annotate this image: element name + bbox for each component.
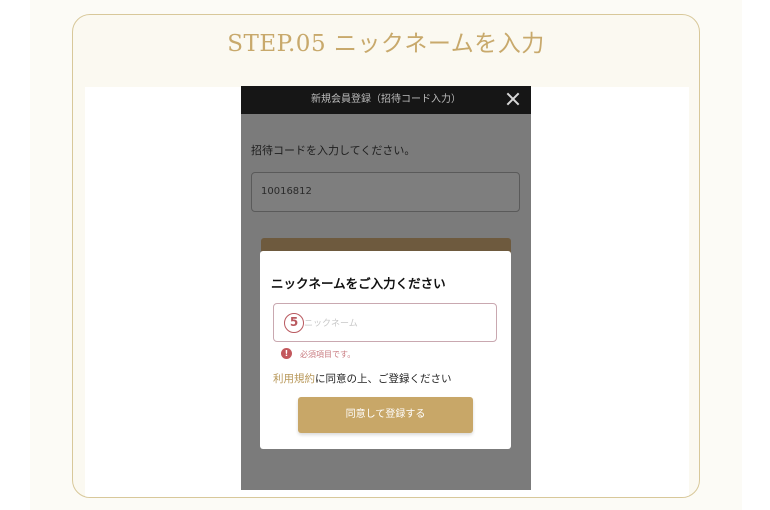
modal-title: ニックネームをご入力ください <box>271 276 446 291</box>
invite-code-label: 招待コードを入力してください。 <box>251 144 416 157</box>
error-icon: ! <box>281 348 292 359</box>
nickname-modal: ニックネームをご入力ください 5 ニックネーム ! 必須項目です。 利用規約に同… <box>260 251 511 449</box>
close-icon[interactable] <box>505 91 521 107</box>
agree-text: に同意の上、ご登録ください <box>315 373 452 385</box>
error-message: 必須項目です。 <box>300 350 356 359</box>
step-number-icon: 5 <box>284 313 304 333</box>
phone-header-title: 新規会員登録（招待コード入力） <box>311 94 461 105</box>
invite-code-input[interactable]: 10016812 <box>251 172 520 212</box>
phone-header: 新規会員登録（招待コード入力） <box>241 86 531 114</box>
step-title: STEP.05 ニックネームを入力 <box>227 31 545 57</box>
phone-screenshot: 新規会員登録（招待コード入力） 招待コードを入力してください。 10016812… <box>241 86 531 490</box>
nickname-input[interactable]: 5 ニックネーム <box>273 303 497 342</box>
nickname-placeholder: ニックネーム <box>304 319 358 329</box>
agree-line: 利用規約に同意の上、ご登録ください <box>273 371 452 386</box>
agree-register-button[interactable]: 同意して登録する <box>298 397 473 433</box>
terms-link[interactable]: 利用規約 <box>273 373 315 385</box>
